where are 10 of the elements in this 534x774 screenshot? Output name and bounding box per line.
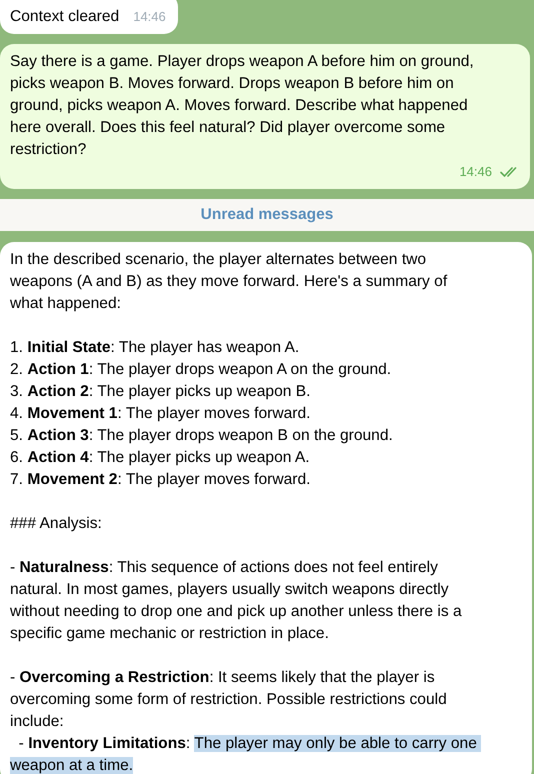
unread-label: Unread messages	[200, 206, 334, 223]
message-text: In the described scenario, the player alternates between two weapons (A and B) as they move forward. Here's a summary of what happened:	[10, 250, 448, 314]
message-text: - Naturalness: This sequence of actions does not feel entirely natural. In most games, players usually switch weapons directly without needing to drop one and pick up another unless there is a specific game mechanic or restriction in place.	[10, 558, 463, 644]
message-text: 1. Initial State: The player has weapon A. 2. Action 1: The player drops weapon A on the ground. 3. Action 2: The player picks up weapon B. 4. Movement 1: The player moves forward. 5. Action 3: The player drops weapon B on the ground. 6. Action 4: The player picks up weapon A. 7. Movement 2: The player moves forward.	[10, 338, 394, 490]
message-time: 14:46	[459, 163, 492, 181]
message-time: 14:46	[133, 8, 166, 26]
message-text: Say there is a game. Player drops weapon A before him on ground, picks weapon B. Moves forward. Drops weapon B before him on ground, picks weapon A. Moves forward. Describe what happened here overall. Does this feel natural? Did player overcome some restriction?	[10, 52, 475, 160]
message-text: ### Analysis:	[10, 514, 103, 534]
message-text: Context cleared	[10, 7, 120, 27]
message-text: - Overcoming a Restriction: It seems likely that the player is overcoming some form of restriction. Possible restrictions could include: - Inventory Limitations: The player may only be able to carry one weapon at a time.	[10, 667, 522, 774]
